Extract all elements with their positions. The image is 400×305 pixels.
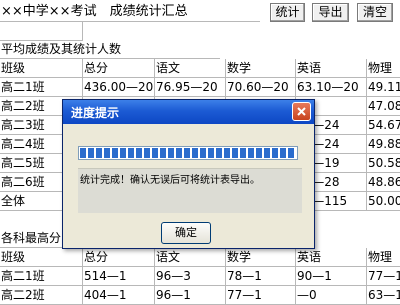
table-cell[interactable]: 96—3 <box>155 267 226 286</box>
section-title-avg: 平均成绩及其统计人数 <box>0 40 220 59</box>
column-header[interactable]: 英语 <box>296 59 367 78</box>
close-icon <box>297 107 306 116</box>
table-cell[interactable]: 70.60—20 <box>226 78 296 97</box>
table-cell[interactable]: 63—1 <box>367 286 400 305</box>
table-cell[interactable]: 高二1班 <box>0 267 83 286</box>
column-header[interactable]: 语文 <box>155 248 226 267</box>
column-header[interactable]: 英语 <box>296 248 367 267</box>
table-cell[interactable]: 49.88- <box>367 135 400 154</box>
table-cell[interactable]: 50.00- <box>367 192 400 211</box>
column-header[interactable]: 班级 <box>0 248 83 267</box>
dialog-title: 进度提示 <box>71 106 120 120</box>
export-button[interactable]: 导出 <box>312 3 349 22</box>
clear-button[interactable]: 清空 <box>357 3 393 22</box>
column-header[interactable]: 物理 <box>367 59 400 78</box>
column-header[interactable]: 班级 <box>0 59 83 78</box>
table-cell[interactable]: 514—1 <box>83 267 155 286</box>
table-cell[interactable]: 90—1 <box>296 267 367 286</box>
column-header[interactable]: 语文 <box>155 59 226 78</box>
table-cell[interactable]: 高二2班 <box>0 286 83 305</box>
progress-fill <box>80 148 296 158</box>
selected-cell[interactable] <box>0 22 83 41</box>
avg-row: 高二1班 436.00—20 76.95—20 70.60—20 63.10—20 49.… <box>0 78 400 97</box>
message-box: 统计完成！确认无误后可将统计表导出。 <box>78 168 302 213</box>
table-cell[interactable]: 54.67- <box>367 116 400 135</box>
table-cell[interactable]: 48.86- <box>367 173 400 192</box>
sheet-title: ××中学××考试 成绩统计汇总 <box>0 3 260 22</box>
empty-row <box>0 22 400 41</box>
column-header[interactable]: 数学 <box>226 248 296 267</box>
section-row: 平均成绩及其统计人数 <box>0 40 400 59</box>
table-cell[interactable]: 96—1 <box>155 286 226 305</box>
table-cell[interactable]: 63.10—20 <box>296 78 367 97</box>
column-header[interactable]: 数学 <box>226 59 296 78</box>
close-button[interactable] <box>292 102 311 121</box>
dialog-titlebar[interactable]: 进度提示 <box>63 100 314 124</box>
table-cell[interactable]: 76.95—20 <box>155 78 226 97</box>
column-header[interactable]: 总分 <box>83 59 155 78</box>
max-row: 高二2班 404—1 96—1 77—1 —0 63—1 <box>0 286 400 305</box>
progress-bar <box>78 146 298 160</box>
table-cell[interactable]: 高二1班 <box>0 78 83 97</box>
column-header[interactable]: 总分 <box>83 248 155 267</box>
dialog-body: 统计完成！确认无误后可将统计表导出。 确定 <box>63 124 314 248</box>
avg-header-row: 班级 总分 语文 数学 英语 物理 <box>0 59 400 78</box>
column-header[interactable]: 物理 <box>367 248 400 267</box>
table-cell[interactable]: 77—1 <box>226 286 296 305</box>
table-cell[interactable]: 49.11- <box>367 78 400 97</box>
progress-dialog: 进度提示 统计完成！确认无误后可将统计表导出。 确定 <box>62 99 315 249</box>
table-cell[interactable]: 47.08 <box>367 97 400 116</box>
ok-button[interactable]: 确定 <box>161 222 211 244</box>
message-text: 统计完成！确认无误后可将统计表导出。 <box>80 175 260 186</box>
table-cell[interactable]: —0 <box>296 286 367 305</box>
max-row: 高二1班 514—1 96—3 78—1 90—1 77—1 <box>0 267 400 286</box>
table-cell[interactable]: 50.58- <box>367 154 400 173</box>
table-cell[interactable]: 78—1 <box>226 267 296 286</box>
table-cell[interactable]: 77—1 <box>367 267 400 286</box>
stats-button[interactable]: 统计 <box>270 3 305 22</box>
table-cell[interactable]: 404—1 <box>83 286 155 305</box>
max-header-row: 班级 总分 语文 数学 英语 物理 <box>0 248 400 267</box>
table-cell[interactable]: 436.00—20 <box>83 78 155 97</box>
